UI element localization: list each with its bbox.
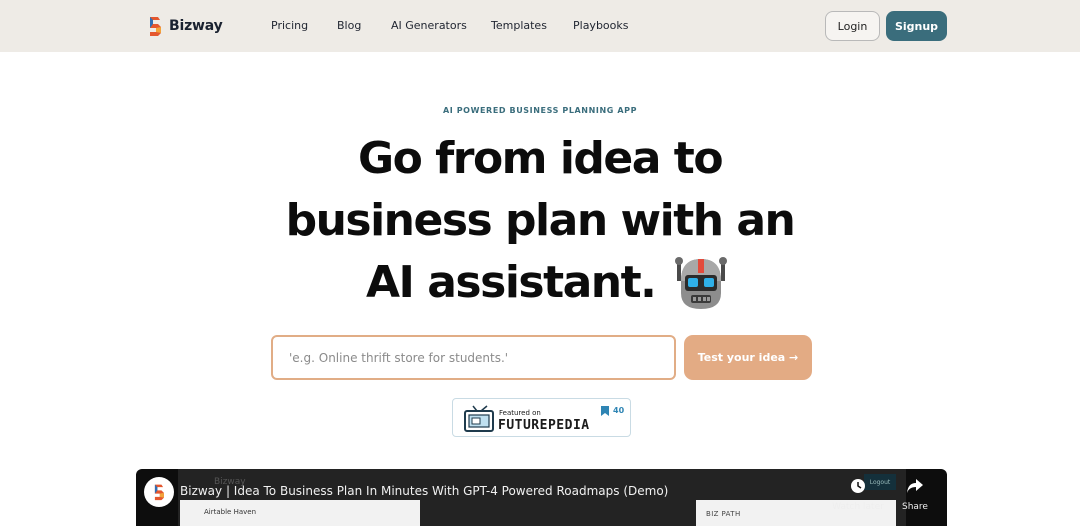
test-idea-button[interactable]: Test your idea → xyxy=(684,335,812,380)
signup-button[interactable]: Signup xyxy=(886,11,947,41)
bookmark-icon xyxy=(601,406,609,416)
share-label: Share xyxy=(902,502,928,512)
site-header: Bizway Pricing Blog AI Generators Templa… xyxy=(0,0,1080,52)
hero-eyebrow: AI POWERED BUSINESS PLANNING APP xyxy=(442,106,638,115)
video-frame-section: BIZ PATH xyxy=(706,510,741,518)
video-frame-workspace: Airtable Haven xyxy=(204,508,257,516)
headline-line-3-row: AI assistant. xyxy=(366,252,731,314)
login-button[interactable]: Login xyxy=(825,11,880,41)
nav-blog[interactable]: Blog xyxy=(337,19,361,32)
channel-avatar[interactable] xyxy=(144,477,174,507)
clock-icon xyxy=(851,479,865,493)
idea-input[interactable] xyxy=(271,335,676,380)
robot-emoji-icon xyxy=(675,257,728,309)
watch-later-label: Watch later xyxy=(832,502,884,512)
share-button[interactable]: Share xyxy=(900,478,930,512)
video-title[interactable]: Bizway | Idea To Business Plan In Minute… xyxy=(180,484,668,498)
nav-ai-generators[interactable]: AI Generators xyxy=(391,19,467,32)
futurepedia-monitor-icon xyxy=(464,405,494,432)
share-arrow-icon xyxy=(907,479,923,493)
headline-line-2: business plan with an xyxy=(285,195,796,246)
youtube-video-embed[interactable]: Bizway Airtable Haven BIZ PATH Logout Bi… xyxy=(136,469,947,526)
nav-templates[interactable]: Templates xyxy=(491,19,547,32)
nav-pricing[interactable]: Pricing xyxy=(271,19,308,32)
futurepedia-badge[interactable]: Featured on FUTUREPEDIA 40 xyxy=(452,398,631,437)
bizway-logo-icon xyxy=(154,484,164,501)
futurepedia-count: 40 xyxy=(613,406,625,415)
headline-line-3: AI assistant. xyxy=(366,257,657,308)
brand-name: Bizway xyxy=(169,18,223,34)
watch-later-button[interactable]: Watch later xyxy=(829,478,887,512)
headline-line-1: Go from idea to xyxy=(357,133,724,184)
nav-playbooks[interactable]: Playbooks xyxy=(573,19,628,32)
featured-on-label: Featured on xyxy=(499,409,541,417)
brand-logo[interactable]: Bizway xyxy=(147,15,223,37)
futurepedia-name: FUTUREPEDIA xyxy=(498,418,590,433)
bizway-logo-icon xyxy=(150,17,161,36)
